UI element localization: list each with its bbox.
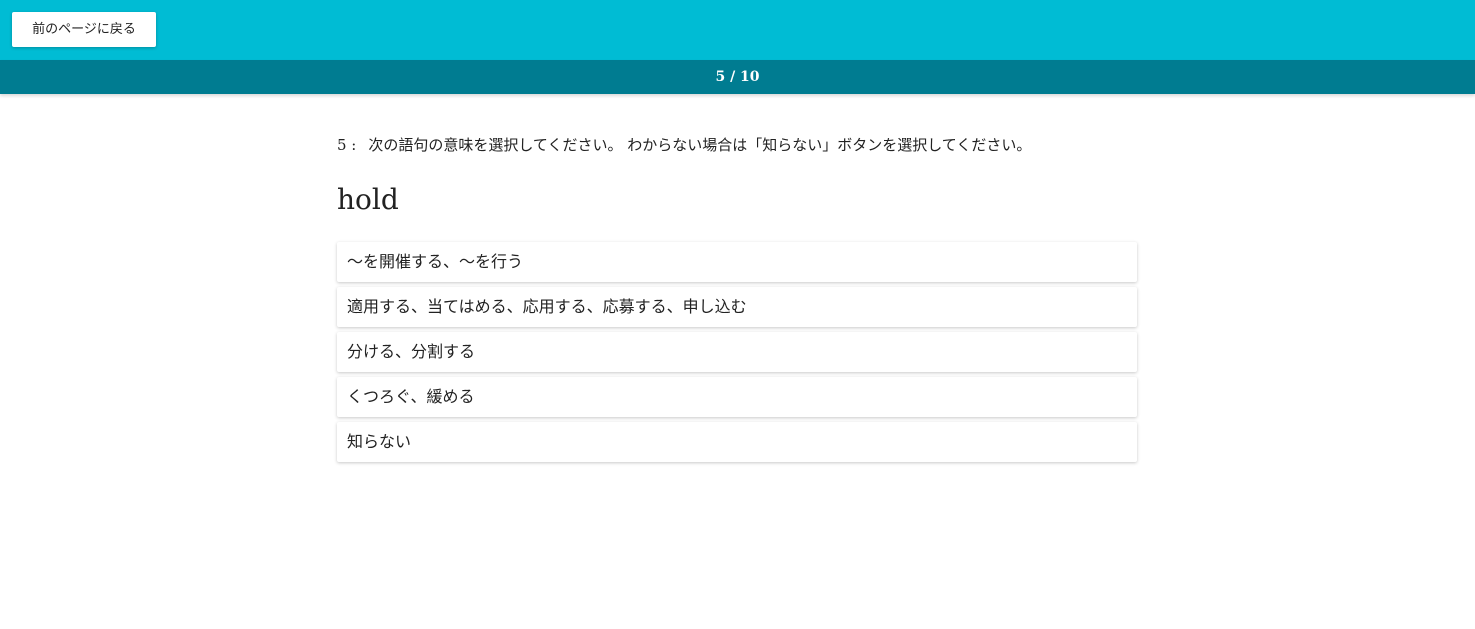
back-button[interactable]: 前のページに戻る <box>12 12 156 47</box>
answer-options: 〜を開催する、〜を行う 適用する、当てはめる、応用する、応募する、申し込む 分け… <box>337 242 1137 462</box>
question-text: 次の語句の意味を選択してください。 わからない場合は「知らない」ボタンを選択して… <box>368 136 1032 154</box>
answer-option-3[interactable]: 分ける、分割する <box>337 332 1137 372</box>
target-word: hold <box>337 183 399 216</box>
dont-know-option[interactable]: 知らない <box>337 422 1137 462</box>
progress-label: 5 / 10 <box>715 69 760 85</box>
answer-option-2[interactable]: 適用する、当てはめる、応用する、応募する、申し込む <box>337 287 1137 327</box>
quiz-content: 5 : 次の語句の意味を選択してください。 わからない場合は「知らない」ボタンを選… <box>337 132 1137 467</box>
answer-option-1[interactable]: 〜を開催する、〜を行う <box>337 242 1137 282</box>
top-app-bar: 前のページに戻る <box>0 0 1475 60</box>
question-number: 5 : <box>337 136 357 154</box>
answer-option-4[interactable]: くつろぐ、緩める <box>337 377 1137 417</box>
question-prompt: 5 : 次の語句の意味を選択してください。 わからない場合は「知らない」ボタンを選… <box>337 132 1137 158</box>
progress-indicator: 5 / 10 <box>0 60 1475 94</box>
